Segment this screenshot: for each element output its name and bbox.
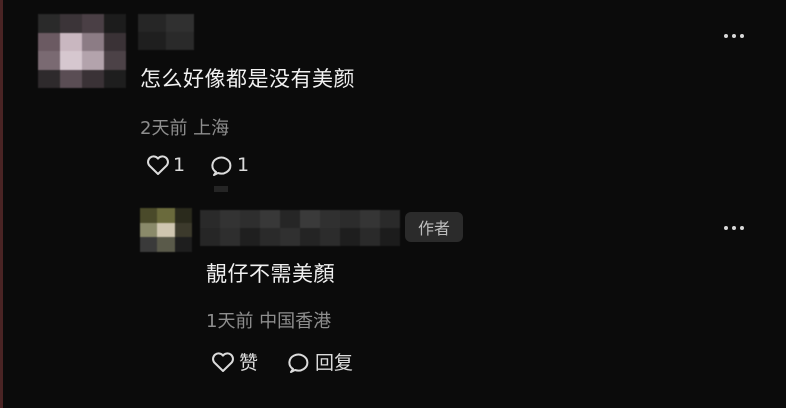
window-edge [0, 0, 3, 408]
pixel-cell [300, 210, 320, 228]
pixel-cell [380, 210, 400, 228]
pixel-cell [200, 228, 220, 246]
pixel-cell [174, 237, 192, 252]
pixel-cell [174, 222, 192, 238]
pixel-cell [320, 210, 340, 228]
heart-icon [147, 155, 169, 175]
pixel-cell [82, 32, 104, 51]
pixel-cell [380, 228, 400, 246]
pixel-cell [60, 69, 82, 88]
pixel-cell [220, 228, 240, 246]
pixel-cell [166, 14, 194, 32]
comment-thread: 怎么好像都是没有美颜 2天前 上海 1 1 作者 靚仔不需美顏 1天前 中国香港… [0, 0, 786, 408]
reply-button[interactable]: 1 [210, 154, 249, 176]
pixel-cell [60, 14, 82, 33]
pixel-cell [260, 228, 280, 246]
comment-meta: 2天前 上海 [140, 118, 230, 139]
pixel-cell [104, 69, 126, 88]
heart-icon [212, 351, 234, 372]
like-button[interactable]: 1 [146, 154, 185, 176]
comment-bubble-icon [288, 353, 309, 373]
pixel-cell [38, 69, 60, 88]
reply-reply-button[interactable]: 回复 [286, 348, 353, 375]
reply-count: 1 [237, 154, 250, 176]
pixel-cell [360, 210, 380, 228]
pixel-cell [38, 14, 60, 33]
reply-avatar[interactable] [140, 208, 192, 252]
username-blurred[interactable] [138, 14, 194, 50]
pixel-cell [157, 222, 175, 238]
pixel-cell [220, 210, 240, 228]
pixel-cell [60, 32, 82, 51]
pixel-cell [200, 210, 220, 228]
pixel-cell [280, 228, 300, 246]
pixel-cell [104, 14, 126, 33]
reply-label: 回复 [315, 352, 354, 374]
pixel-cell [60, 51, 82, 70]
reply-text: 靚仔不需美顏 [206, 262, 335, 286]
pixel-cell [104, 51, 126, 70]
reply-meta: 1天前 中国香港 [206, 311, 332, 332]
reply-like-button[interactable]: 赞 [210, 348, 258, 375]
pixel-cell [240, 228, 260, 246]
pixel-cell [300, 228, 320, 246]
pixel-cell [360, 228, 380, 246]
like-count: 1 [173, 154, 186, 176]
pixel-cell [157, 208, 175, 223]
comment-bubble-icon [211, 156, 232, 176]
pixel-cell [320, 228, 340, 246]
pixel-cell [280, 210, 300, 228]
thread-connector [214, 186, 228, 192]
more-options-icon[interactable] [720, 28, 748, 44]
author-badge: 作者 [405, 212, 463, 242]
comment-text: 怎么好像都是没有美颜 [140, 67, 355, 91]
pixel-cell [38, 32, 60, 51]
like-label: 赞 [239, 352, 259, 374]
reply-username-blurred[interactable] [200, 210, 400, 246]
pixel-cell [82, 14, 104, 33]
pixel-cell [138, 14, 166, 32]
pixel-cell [340, 210, 360, 228]
pixel-cell [260, 210, 280, 228]
pixel-cell [174, 208, 192, 223]
pixel-cell [104, 32, 126, 51]
pixel-cell [140, 222, 158, 238]
pixel-cell [166, 32, 194, 50]
pixel-cell [82, 69, 104, 88]
pixel-cell [38, 51, 60, 70]
pixel-cell [140, 237, 158, 252]
pixel-cell [157, 237, 175, 252]
more-options-icon[interactable] [720, 220, 748, 236]
pixel-cell [340, 228, 360, 246]
pixel-cell [240, 210, 260, 228]
pixel-cell [82, 51, 104, 70]
pixel-cell [138, 32, 166, 50]
pixel-cell [140, 208, 158, 223]
avatar[interactable] [38, 14, 126, 88]
